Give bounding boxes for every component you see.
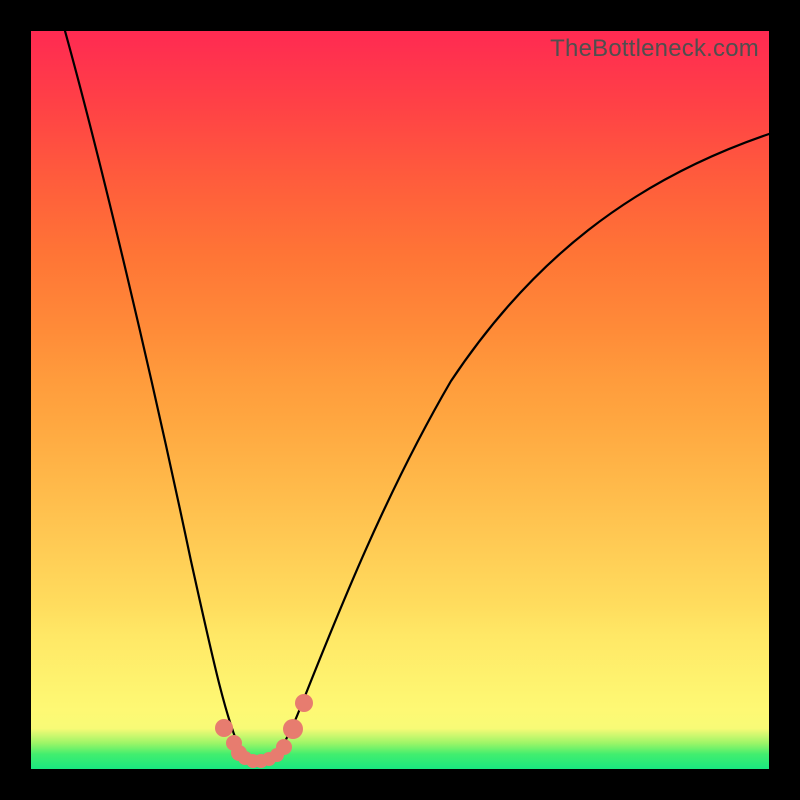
bottleneck-curve: [31, 31, 769, 769]
bead: [283, 719, 303, 739]
watermark-label: TheBottleneck.com: [550, 35, 759, 63]
plot-area: TheBottleneck.com: [31, 31, 769, 769]
chart-frame: TheBottleneck.com: [0, 0, 800, 800]
bead: [276, 739, 292, 755]
valley-beads: [215, 694, 313, 768]
bead: [295, 694, 313, 712]
curve-path: [65, 31, 769, 763]
bead: [215, 719, 233, 737]
